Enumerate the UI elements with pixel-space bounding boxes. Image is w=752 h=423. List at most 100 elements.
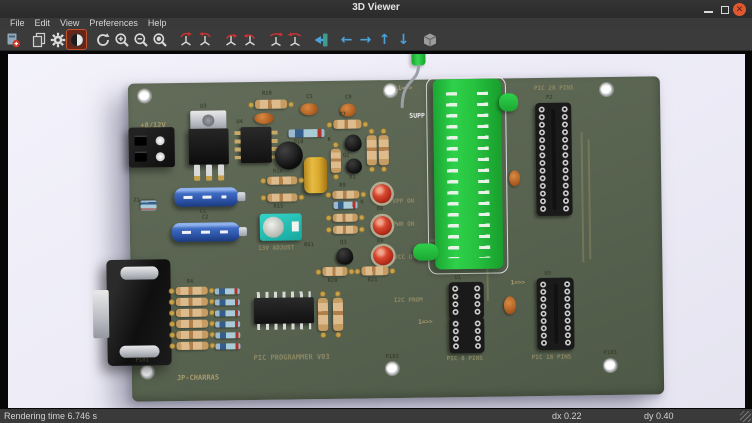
regulator-leg [206, 165, 212, 181]
terminal-block [128, 127, 175, 168]
silk-pic28: PIC 28 PINS [534, 85, 574, 93]
resistor-r9 [332, 191, 359, 199]
toolbar: ← → ↑ ↓ [0, 29, 752, 51]
rotate-y-counterclockwise-button[interactable] [240, 30, 259, 49]
ref-r7: R7 [339, 112, 346, 118]
flip-board-button[interactable] [311, 30, 330, 49]
menu-edit[interactable]: Edit [30, 18, 56, 29]
left-arrow-icon: ← [341, 32, 353, 48]
rotate-x-counterclockwise-button[interactable] [195, 30, 214, 49]
render-options-button[interactable] [48, 30, 67, 49]
capacitor-orange [254, 113, 274, 124]
zif-lever [499, 93, 518, 111]
ref-r15: R15 [273, 204, 283, 210]
zoom-in-button[interactable] [112, 30, 131, 49]
resistor-r20 [322, 267, 347, 276]
ref-c5: C5 [306, 94, 313, 100]
ref-rv1: RV1 [304, 242, 314, 248]
raytracing-toggle-button[interactable] [67, 30, 86, 49]
orthographic-projection-button[interactable] [420, 30, 439, 49]
mounting-hole [386, 362, 399, 375]
silk-p103: P103 [604, 350, 617, 356]
silk-p102: P102 [386, 354, 399, 360]
render-sphere-icon [69, 32, 85, 48]
close-button[interactable]: ✕ [733, 3, 746, 16]
reload-board-button[interactable] [3, 30, 22, 49]
resistor-ladder [176, 320, 208, 328]
ortho-cube-icon [422, 32, 438, 48]
ref-r16: R16 [273, 169, 283, 175]
right-arrow-icon: → [360, 32, 372, 48]
ref-r21: R21 [368, 277, 378, 283]
zoom-fit-icon [152, 32, 168, 48]
copper-trace [581, 132, 585, 262]
rotate-z-clockwise-button[interactable] [266, 30, 285, 49]
status-dx: dx 0.22 [552, 411, 582, 421]
resize-grip[interactable] [740, 411, 751, 422]
menu-help[interactable]: Help [143, 18, 172, 29]
ref-c2: C2 [202, 215, 209, 221]
window-title: 3D Viewer [0, 2, 752, 13]
menu-preferences[interactable]: Preferences [84, 18, 143, 29]
resistor-r18 [367, 135, 377, 165]
resistor [333, 226, 358, 234]
resistor-r12 [318, 298, 328, 331]
ref-p2: P2 [546, 95, 553, 101]
maximize-button[interactable] [721, 6, 729, 14]
silk-pic18: PIC 18 PINS [532, 354, 572, 362]
copper-trace [588, 139, 592, 259]
copy-image-button[interactable] [29, 30, 48, 49]
mounting-hole [141, 365, 154, 378]
move-left-button[interactable]: ← [337, 30, 356, 49]
dip-socket-28 [535, 103, 573, 216]
capacitor-yellow [304, 157, 328, 193]
rotate-x-ccw-icon [197, 32, 213, 48]
ref-q2: Q2 [343, 153, 350, 159]
dip-socket-8 [449, 282, 485, 319]
3d-canvas[interactable]: +8/12V U3 U4 [8, 54, 745, 408]
zoom-in-icon [114, 32, 130, 48]
transistor-q3 [336, 248, 353, 265]
db9-face-plate [93, 290, 110, 338]
diode-z1 [140, 200, 156, 210]
wire [396, 64, 427, 110]
move-right-button[interactable]: → [356, 30, 375, 49]
ref-d9: D9 [377, 238, 384, 244]
menu-view[interactable]: View [55, 18, 84, 29]
resistor-r16 [267, 176, 297, 184]
ic-u4 [240, 127, 271, 163]
transistor-q2 [345, 134, 362, 151]
move-up-button[interactable]: ↑ [375, 30, 394, 49]
gear-icon [50, 32, 66, 48]
rotate-z-counterclockwise-button[interactable] [285, 30, 304, 49]
silk-pin1-u1b: 1=>> [418, 318, 433, 325]
voltage-regulator-u3 [188, 128, 228, 165]
rotate-x-cw-icon [178, 32, 194, 48]
move-down-button[interactable]: ↓ [394, 30, 413, 49]
diode-small [333, 202, 357, 209]
capacitor-c5 [300, 103, 318, 115]
zoom-to-fit-button[interactable] [150, 30, 169, 49]
menu-bar: File Edit View Preferences Help [0, 18, 752, 29]
zoom-out-button[interactable] [131, 30, 150, 49]
silk-adjust: 13V ADJUST [258, 244, 294, 252]
rotate-z-cw-icon [268, 32, 284, 48]
title-bar[interactable]: 3D Viewer ✕ [0, 0, 752, 18]
diode-ladder [215, 310, 240, 316]
rotate-z-ccw-icon [287, 32, 303, 48]
minimize-button[interactable] [704, 11, 713, 13]
redraw-button[interactable] [93, 30, 112, 49]
silk-i2c-prom: I2C PROM [394, 297, 423, 304]
resistor-r15 [267, 193, 297, 201]
rotate-y-cw-icon [223, 32, 239, 48]
rotate-y-clockwise-button[interactable] [221, 30, 240, 49]
db9-screw [119, 345, 159, 358]
silk-p101: P101 [136, 357, 149, 363]
up-arrow-icon: ↑ [379, 32, 391, 48]
refresh-icon [95, 32, 111, 48]
resistor-r21 [361, 266, 388, 275]
silk-pic8: PIC 8 PINS [447, 355, 483, 363]
menu-file[interactable]: File [5, 18, 30, 29]
rotate-x-clockwise-button[interactable] [176, 30, 195, 49]
reload-board-icon [5, 32, 21, 48]
